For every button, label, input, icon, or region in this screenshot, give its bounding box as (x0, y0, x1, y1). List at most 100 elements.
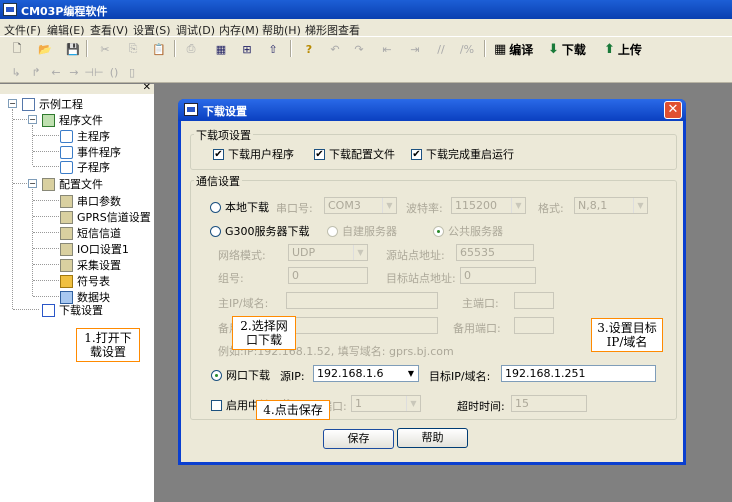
baud-rate-label: 波特率: (406, 202, 443, 215)
menu-bar: 文件(F) 编辑(E) 查看(V) 设置(S) 调试(D) 内存(M) 帮助(H… (0, 19, 732, 37)
menu-help[interactable]: 帮助(H) (262, 22, 301, 38)
save-button[interactable]: 保存 (323, 429, 394, 449)
paste-icon[interactable]: 📋 (150, 40, 168, 58)
target-addr-label: 目标站点地址: (386, 272, 456, 285)
save-icon[interactable]: 💾 (64, 40, 82, 58)
compile-button[interactable]: ▦ 编译 (494, 40, 533, 58)
help-button[interactable]: 帮助 (397, 428, 468, 448)
program-doc-icon (60, 145, 73, 159)
backup-port-input[interactable] (514, 317, 554, 334)
tree-item-acquisition-settings[interactable]: 采集设置 (60, 257, 121, 273)
menu-file[interactable]: 文件(F) (4, 22, 41, 38)
comment-icon[interactable]: // (432, 40, 450, 58)
program-doc-icon (60, 129, 73, 143)
indent-icon[interactable]: ⇤ (378, 40, 396, 58)
source-addr-label: 源站点地址: (386, 249, 445, 262)
tree-program-files[interactable]: 程序文件 (42, 112, 103, 128)
menu-edit[interactable]: 编辑(E) (47, 22, 85, 38)
download-user-program-checkbox[interactable]: ✔ 下载用户程序 (213, 146, 294, 162)
tree-item-symbol-table[interactable]: 符号表 (60, 273, 110, 289)
dialog-title-bar: 下载设置 ✕ (178, 99, 686, 121)
redo-icon[interactable]: ↷ (350, 40, 368, 58)
download-items-legend: 下载项设置 (194, 127, 253, 143)
ladder-coil-icon[interactable]: () (106, 63, 122, 81)
config-item-icon (60, 258, 73, 272)
upload-button[interactable]: ⬆ 上传 (604, 40, 642, 58)
tree-item-gprs-channel[interactable]: GPRS信道设置 (60, 209, 151, 225)
copy-icon[interactable]: ⎘ (124, 40, 142, 58)
ladder-box-icon[interactable]: ▯ (124, 63, 140, 81)
serial-port-select[interactable]: COM3 ▼ (324, 197, 397, 214)
outdent-icon[interactable]: ⇥ (406, 40, 424, 58)
download-arrow-icon: ⬇ (548, 41, 559, 57)
main-port-input[interactable] (514, 292, 554, 309)
tree-config-files[interactable]: 配置文件 (42, 176, 103, 192)
expand-root-icon[interactable]: − (8, 99, 17, 108)
download-box-icon[interactable]: ⊞ (238, 40, 256, 58)
ladder-left-icon[interactable]: ← (48, 63, 64, 81)
download-settings-icon (42, 303, 55, 317)
restart-after-download-checkbox[interactable]: ✔ 下载完成重启运行 (411, 146, 514, 162)
group-input[interactable]: 0 (288, 267, 368, 284)
config-tools-icon (42, 177, 55, 191)
upload-box-icon[interactable]: ⇧ (264, 40, 282, 58)
tree-item-sub-program[interactable]: 子程序 (60, 159, 110, 175)
help-icon[interactable]: ? (300, 40, 318, 58)
ladder-contact-icon[interactable]: ↳ (8, 63, 24, 81)
source-addr-input[interactable]: 65535 (456, 244, 534, 261)
new-file-icon[interactable]: 🗋 (8, 40, 26, 58)
ladder-no-contact-icon[interactable]: ⊣⊢ (84, 63, 103, 81)
expand-program-files-icon[interactable]: − (28, 115, 37, 124)
timeout-label: 超时时间: (457, 400, 505, 413)
tree-item-sms-channel[interactable]: 短信信道 (60, 225, 121, 241)
tree-item-main-program[interactable]: 主程序 (60, 128, 110, 144)
menu-memory[interactable]: 内存(M) (219, 22, 259, 38)
config-item-icon (60, 242, 73, 256)
source-ip-select[interactable]: 192.168.1.6 ▼ (313, 365, 419, 382)
close-icon[interactable]: ✕ (664, 101, 682, 119)
target-ip-input[interactable]: 192.168.1.251 (501, 365, 656, 382)
uncomment-icon[interactable]: /% (458, 40, 476, 58)
ladder-branch-icon[interactable]: ↱ (28, 63, 44, 81)
network-mode-select[interactable]: UDP ▼ (288, 244, 368, 261)
format-select[interactable]: N,8,1 ▼ (574, 197, 648, 214)
menu-view[interactable]: 查看(V) (90, 22, 128, 38)
download-button[interactable]: ⬇ 下载 (548, 40, 586, 58)
menu-ladder-view[interactable]: 梯形图查看 (305, 22, 360, 38)
expand-config-files-icon[interactable]: − (28, 179, 37, 188)
tree-download-settings[interactable]: 下载设置 (42, 302, 103, 318)
tree-item-serial-params[interactable]: 串口参数 (60, 193, 121, 209)
callout-step2: 2.选择网口下载 (232, 316, 296, 350)
tree-item-event-program[interactable]: 事件程序 (60, 144, 121, 160)
menu-debug[interactable]: 调试(D) (176, 22, 215, 38)
open-folder-icon[interactable]: 📂 (36, 40, 54, 58)
tree-root[interactable]: 示例工程 (22, 96, 83, 112)
serial-port-label: 串口号: (276, 202, 313, 215)
upload-arrow-icon: ⬆ (604, 41, 615, 57)
backup-ip-input[interactable] (286, 317, 438, 334)
lan-download-radio[interactable]: 网口下载 (211, 367, 270, 383)
undo-icon[interactable]: ↶ (326, 40, 344, 58)
ladder-right-icon[interactable]: → (66, 63, 82, 81)
target-ip-label: 目标IP/域名: (429, 370, 491, 383)
public-server-radio[interactable]: 公共服务器 (433, 223, 503, 239)
close-pane-icon[interactable]: ✕ (143, 82, 151, 93)
main-ip-input[interactable] (286, 292, 438, 309)
format-label: 格式: (538, 202, 564, 215)
menu-settings[interactable]: 设置(S) (133, 22, 171, 38)
monitor-icon[interactable]: ▦ (212, 40, 230, 58)
app-title: CM03P编程软件 (21, 5, 108, 18)
cut-icon[interactable]: ✂ (96, 40, 114, 58)
tree-item-io-settings[interactable]: IO口设置1 (60, 241, 129, 257)
baud-rate-select[interactable]: 115200 ▼ (451, 197, 526, 214)
g300-download-radio[interactable]: G300服务器下载 (210, 223, 310, 239)
download-config-file-checkbox[interactable]: ✔ 下载配置文件 (314, 146, 395, 162)
main-ip-label: 主IP/域名: (218, 297, 269, 310)
local-download-radio[interactable]: 本地下载 (210, 199, 269, 215)
auto-server-radio[interactable]: 自建服务器 (327, 223, 397, 239)
timeout-input[interactable]: 15 (511, 395, 587, 412)
print-icon[interactable]: ⎙ (182, 40, 200, 58)
relay-port-select[interactable]: 1 ▼ (351, 395, 421, 412)
target-addr-input[interactable]: 0 (460, 267, 536, 284)
project-tree-pane: ✕ − 示例工程 − 程序文件 主程序 事件程序 子程序 − 配置文件 串口参数… (0, 82, 156, 502)
